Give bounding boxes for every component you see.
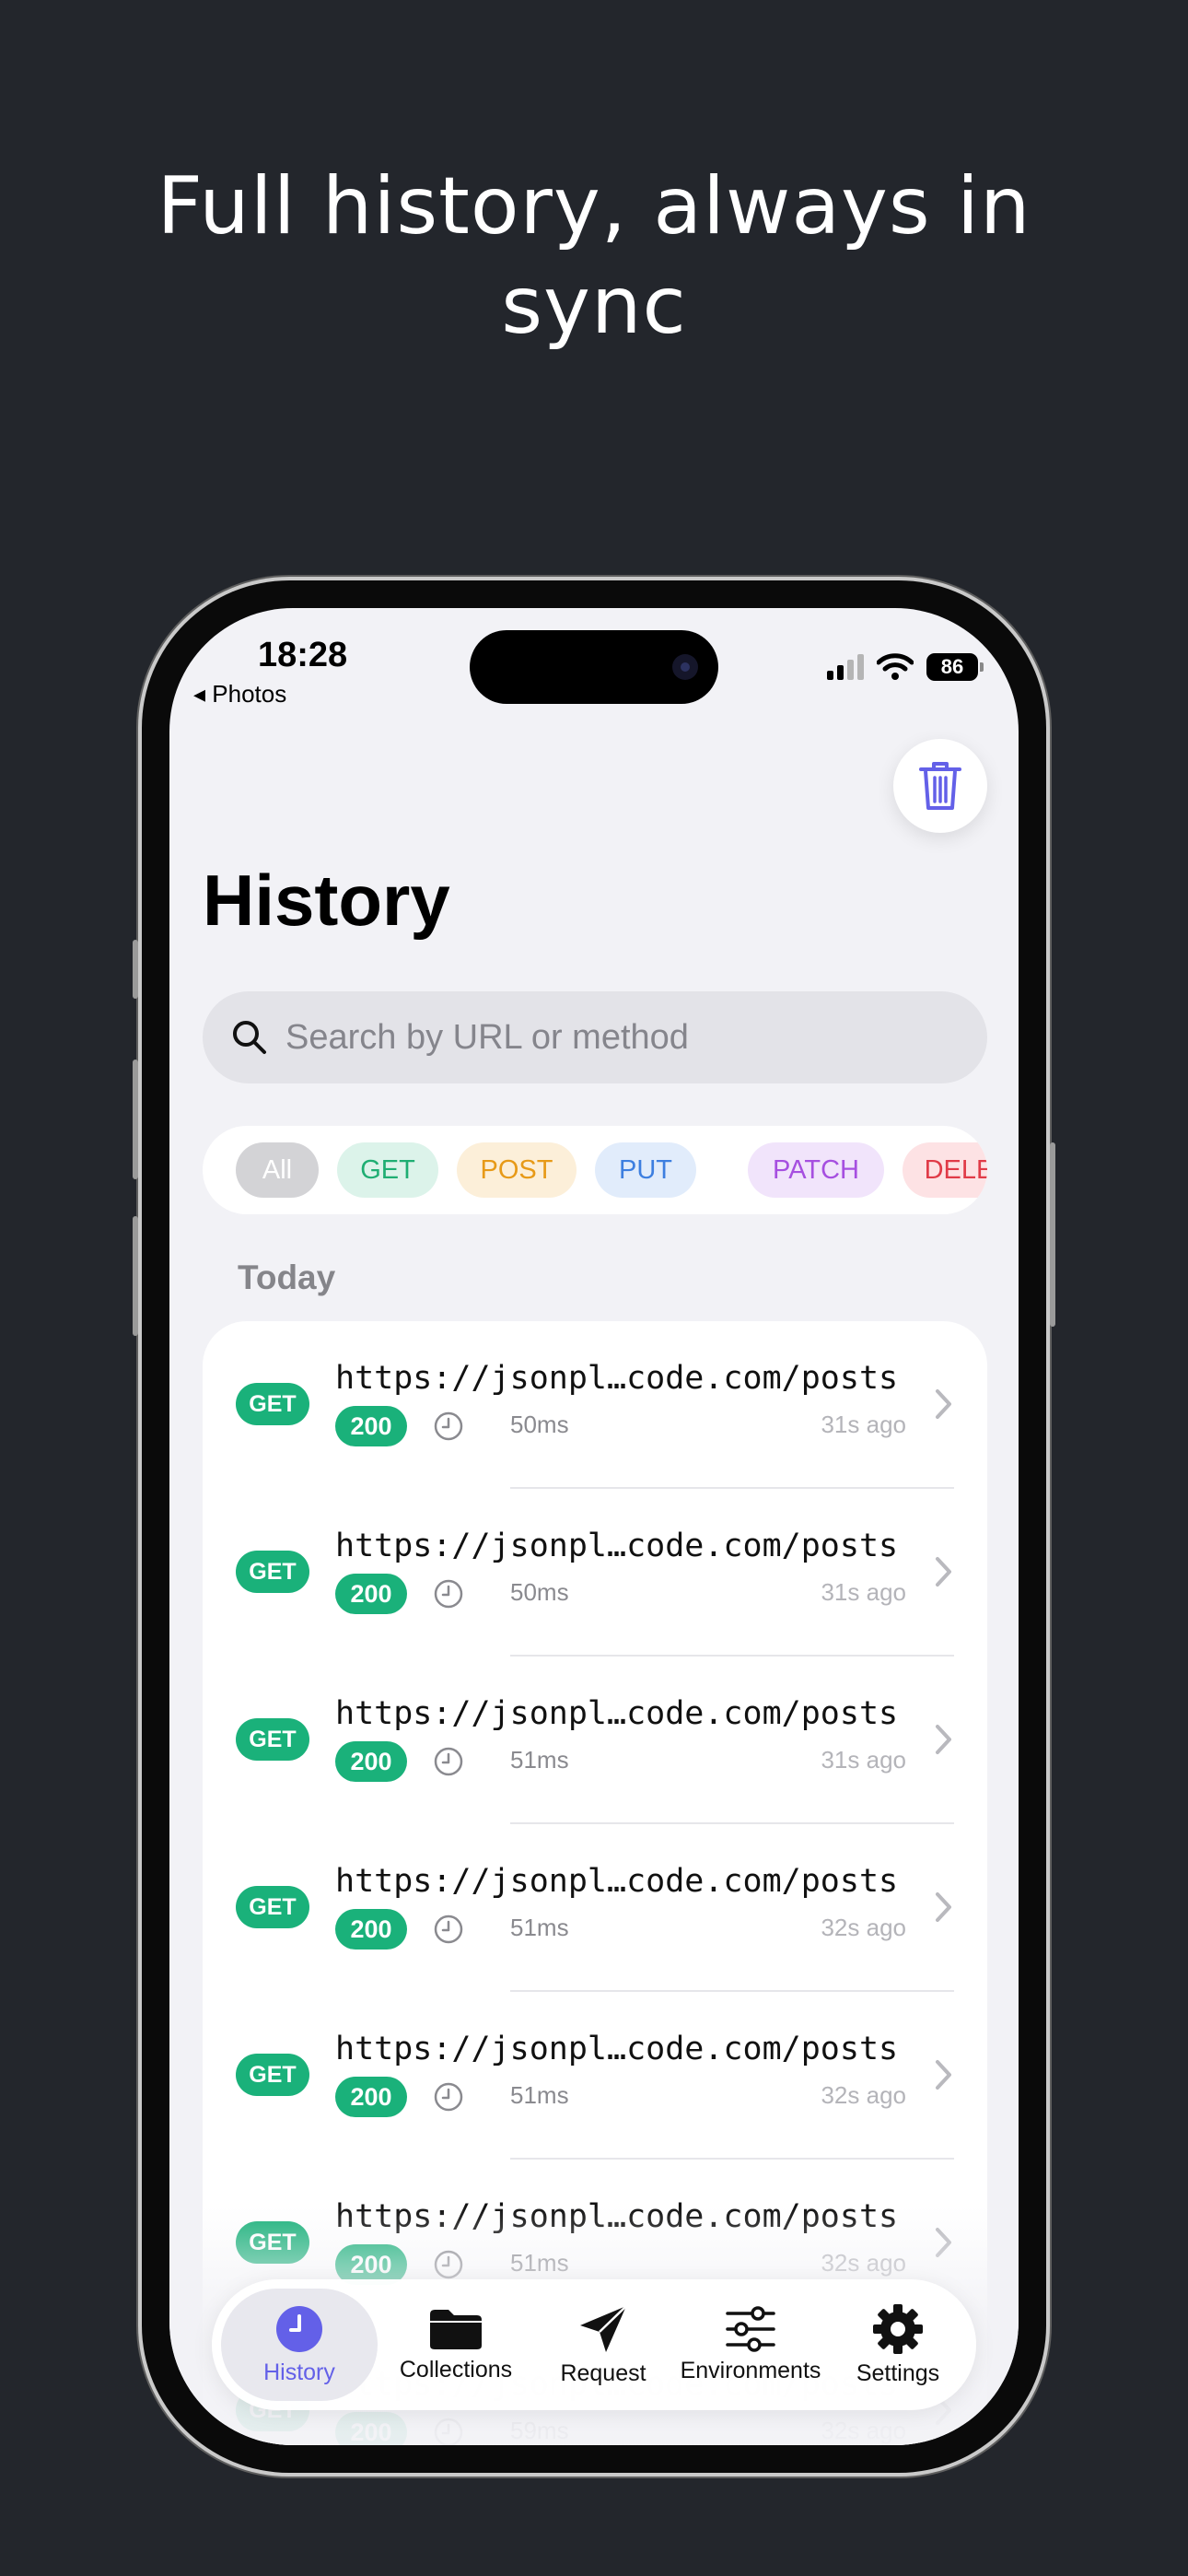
tab-request-label: Request	[560, 2359, 646, 2386]
response-duration: 51ms	[510, 2081, 569, 2109]
relative-time: 31s ago	[821, 1411, 906, 1438]
relative-time: 32s ago	[821, 2081, 906, 2109]
relative-time: 31s ago	[821, 1578, 906, 1606]
filter-chip-post[interactable]: POST	[457, 1142, 577, 1198]
wifi-icon	[877, 653, 914, 680]
relative-time: 32s ago	[821, 2249, 906, 2277]
relative-time: 32s ago	[821, 1914, 906, 1941]
clock-icon	[276, 2305, 322, 2352]
clock-icon	[434, 1579, 463, 1609]
request-url: https://jsonpl…code.com/posts	[335, 1360, 899, 1397]
mute-switch	[133, 940, 138, 999]
camera-icon	[672, 654, 698, 680]
status-code-badge: 200	[335, 1909, 407, 1950]
history-row[interactable]: GET https://jsonpl…code.com/posts 200 51ms 3…	[203, 1824, 987, 1992]
marketing-headline: Full history, always in sync	[0, 157, 1188, 356]
battery-icon: 86	[926, 653, 984, 681]
history-row[interactable]: GET https://jsonpl…code.com/posts 200 50ms 3…	[203, 1489, 987, 1657]
response-duration: 50ms	[510, 1578, 569, 1606]
response-duration: 51ms	[510, 1746, 569, 1774]
chevron-right-icon	[936, 2228, 951, 2257]
request-url: https://jsonpl…code.com/posts	[335, 1528, 899, 1564]
method-badge: GET	[236, 1383, 309, 1425]
status-icons: 86	[827, 650, 984, 684]
history-row[interactable]: GET https://jsonpl…code.com/posts 200 50ms 3…	[203, 1321, 987, 1489]
request-url: https://jsonpl…code.com/posts	[335, 2031, 899, 2067]
filter-chip-get[interactable]: GET	[337, 1142, 438, 1198]
phone-frame: 18:28 ◂ Photos 86 History Search by URL …	[133, 580, 1055, 2473]
gear-icon	[873, 2303, 923, 2354]
status-code-badge: 200	[335, 2077, 407, 2117]
relative-time: 31s ago	[821, 1746, 906, 1774]
tab-settings[interactable]: Settings	[829, 2279, 967, 2410]
chevron-right-icon	[936, 1389, 951, 1419]
search-icon	[233, 1021, 266, 1054]
chevron-right-icon	[936, 1557, 951, 1587]
trash-icon	[919, 762, 961, 810]
back-to-photos-link[interactable]: ◂ Photos	[193, 680, 286, 708]
response-duration: 50ms	[510, 1411, 569, 1438]
response-duration: 59ms	[510, 2417, 569, 2444]
tab-request[interactable]: Request	[534, 2279, 672, 2410]
phone-screen: 18:28 ◂ Photos 86 History Search by URL …	[169, 608, 1019, 2445]
filter-chip-delete[interactable]: DELETE	[903, 1142, 987, 1198]
page-title: History	[203, 860, 450, 941]
sliders-icon	[726, 2305, 775, 2352]
headline-line-1: Full history, always in	[157, 160, 1031, 252]
tab-history-label: History	[263, 2359, 335, 2385]
history-list: GET https://jsonpl…code.com/posts 200 50ms 3…	[203, 1321, 987, 2445]
search-placeholder: Search by URL or method	[285, 1017, 689, 1057]
status-code-badge: 200	[335, 1406, 407, 1446]
tab-settings-label: Settings	[856, 2359, 940, 2386]
tab-bar: History Collections Request Environments…	[212, 2279, 976, 2410]
clock-icon	[434, 1411, 463, 1441]
response-duration: 51ms	[510, 1914, 569, 1941]
volume-down-button	[133, 1216, 138, 1336]
clock-icon	[434, 2418, 463, 2445]
status-code-badge: 200	[335, 1574, 407, 1614]
tab-collections[interactable]: Collections	[378, 2279, 534, 2410]
tab-environments[interactable]: Environments	[672, 2279, 829, 2410]
method-badge: GET	[236, 1718, 309, 1761]
volume-up-button	[133, 1060, 138, 1179]
filter-chip-all[interactable]: All	[236, 1142, 319, 1198]
section-header-today: Today	[238, 1259, 336, 1296]
method-filter-bar: All GET POST PUT PATCH DELETE	[203, 1126, 987, 1214]
chevron-right-icon	[936, 1725, 951, 1754]
response-duration: 51ms	[510, 2249, 569, 2277]
folder-icon	[430, 2309, 482, 2349]
clock-icon	[434, 1747, 463, 1776]
history-row[interactable]: GET https://jsonpl…code.com/posts 200 51ms 3…	[203, 1992, 987, 2160]
tab-history[interactable]: History	[221, 2279, 378, 2410]
status-code-badge: 200	[335, 1741, 407, 1782]
filter-chip-put[interactable]: PUT	[595, 1142, 696, 1198]
chevron-right-icon	[936, 2060, 951, 2090]
relative-time: 32s ago	[821, 2417, 906, 2444]
clock-icon	[434, 1914, 463, 1944]
tab-environments-label: Environments	[680, 2357, 821, 2383]
chevron-right-icon	[936, 1892, 951, 1922]
status-time: 18:28	[258, 636, 348, 674]
request-url: https://jsonpl…code.com/posts	[335, 1695, 899, 1732]
method-badge: GET	[236, 1551, 309, 1593]
tab-collections-label: Collections	[399, 2356, 513, 2383]
method-badge: GET	[236, 1886, 309, 1928]
clock-icon	[434, 2082, 463, 2112]
method-badge: GET	[236, 2221, 309, 2264]
paper-plane-icon	[580, 2304, 627, 2352]
search-input[interactable]: Search by URL or method	[203, 991, 987, 1083]
request-url: https://jsonpl…code.com/posts	[335, 1863, 899, 1900]
method-badge: GET	[236, 2054, 309, 2096]
dynamic-island	[470, 630, 718, 704]
history-row[interactable]: GET https://jsonpl…code.com/posts 200 51ms 3…	[203, 1657, 987, 1824]
signal-icon	[827, 654, 864, 680]
headline-line-2: sync	[501, 260, 687, 352]
filter-chip-patch[interactable]: PATCH	[748, 1142, 884, 1198]
clock-icon	[434, 2250, 463, 2279]
power-button	[1050, 1142, 1055, 1327]
clear-history-button[interactable]	[893, 739, 987, 833]
request-url: https://jsonpl…code.com/posts	[335, 2198, 899, 2235]
status-code-badge: 200	[335, 2412, 407, 2445]
